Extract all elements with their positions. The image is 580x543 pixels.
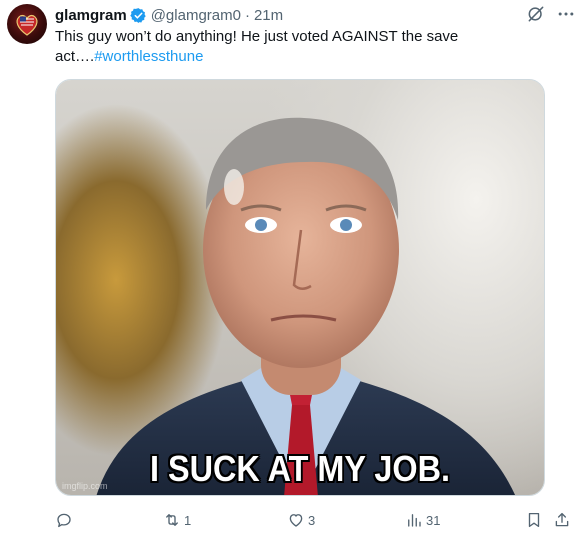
retweet-count: 1: [184, 512, 192, 528]
views-chart-icon: [408, 514, 421, 527]
hashtag-link[interactable]: #worthlessthune: [94, 48, 203, 65]
share-button[interactable]: [553, 509, 571, 531]
timestamp[interactable]: 21m: [254, 7, 283, 24]
reply-button[interactable]: [55, 509, 76, 531]
avatar[interactable]: [7, 4, 47, 44]
more-options-icon[interactable]: [556, 4, 576, 24]
meme-caption: I SUCK AT MY JOB.: [149, 448, 451, 489]
media-image[interactable]: I SUCK AT MY JOB. imgflip.com: [55, 79, 545, 496]
views-count: 31: [426, 512, 441, 528]
bookmark-icon: [528, 512, 540, 528]
display-name[interactable]: glamgram: [55, 7, 127, 24]
tweet-text: This guy won’t do anything! He just vote…: [55, 27, 535, 67]
separator-dot: ·: [244, 6, 250, 24]
views-button[interactable]: 31: [405, 509, 440, 531]
action-bar: 1 3 31: [55, 509, 575, 531]
heart-icon: [289, 514, 303, 527]
watermark: imgflip.com: [62, 481, 108, 491]
tweet-header: glamgram @glamgram0 · 21m: [55, 5, 283, 25]
grok-icon[interactable]: [526, 4, 546, 24]
retweet-button[interactable]: 1: [163, 509, 191, 531]
reply-icon: [57, 513, 71, 528]
like-count: 3: [308, 512, 316, 528]
handle[interactable]: @glamgram0: [151, 7, 241, 24]
meme-photo: [96, 117, 516, 495]
bookmark-button[interactable]: [525, 509, 543, 531]
avatar-image: [16, 14, 38, 36]
share-icon: [555, 512, 569, 527]
verified-badge-icon: [129, 7, 147, 24]
retweet-icon: [166, 514, 178, 526]
like-button[interactable]: 3: [287, 509, 315, 531]
